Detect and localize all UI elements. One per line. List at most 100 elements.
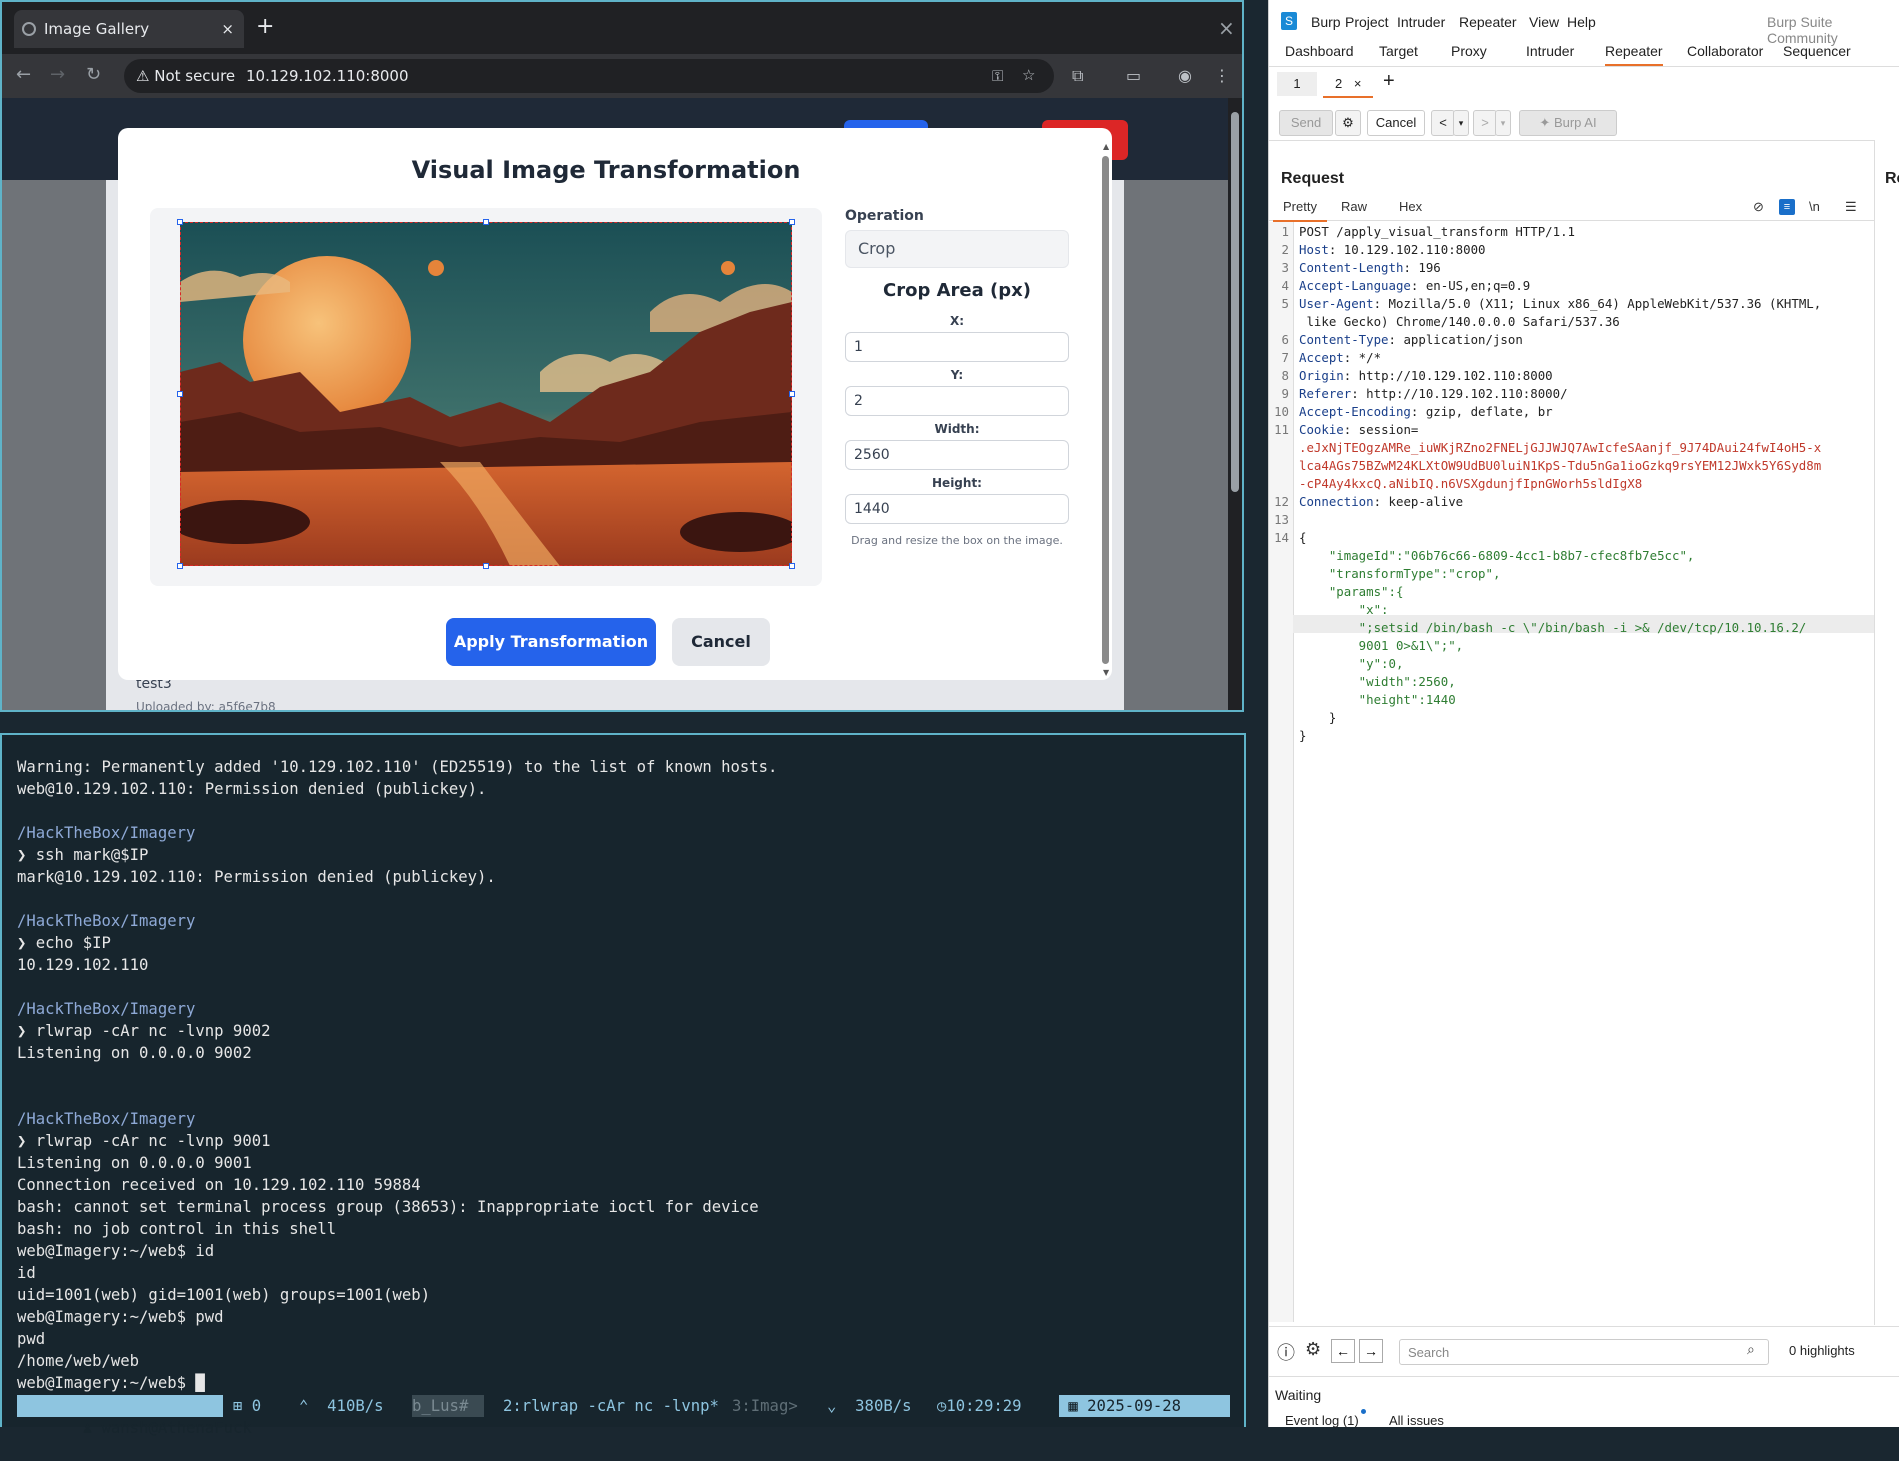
status-text: Waiting: [1275, 1387, 1322, 1403]
user-icon: ♟: [73, 1419, 102, 1437]
status-window-2[interactable]: 2:rlwrap -cAr nc -lvnp*: [503, 1395, 719, 1417]
tab-repeater[interactable]: Repeater: [1605, 43, 1663, 66]
status-user: ♟ wansh@AthenaFuck: [17, 1395, 252, 1437]
operation-select[interactable]: Crop: [845, 230, 1069, 268]
apply-transformation-button[interactable]: Apply Transformation: [446, 618, 656, 666]
raw-tab[interactable]: Raw: [1341, 196, 1367, 218]
scroll-up-icon[interactable]: ▲: [1103, 142, 1109, 151]
terminal-line: web@Imagery:~/web$ id: [17, 1242, 215, 1260]
star-icon[interactable]: ☆: [1022, 66, 1035, 84]
crop-handle-w[interactable]: [177, 391, 183, 397]
crop-handle-e[interactable]: [789, 391, 795, 397]
help-icon[interactable]: ⓘ: [1277, 1339, 1295, 1365]
scroll-down-icon[interactable]: ▼: [1103, 668, 1109, 677]
tab-proxy[interactable]: Proxy: [1451, 43, 1487, 59]
line-number: 13: [1274, 512, 1289, 527]
page-scroll-thumb[interactable]: [1231, 112, 1239, 492]
menu-item-project[interactable]: Project: [1345, 14, 1389, 30]
send-button[interactable]: Send: [1279, 110, 1333, 136]
tab-close-icon[interactable]: ×: [221, 10, 234, 48]
hide-icon[interactable]: ⊘: [1753, 196, 1764, 218]
burp-main-tabs: Dashboard Target Proxy Intruder Repeater Coll…: [1269, 38, 1899, 67]
modal-scrollbar[interactable]: ▲ ▼: [1100, 142, 1110, 678]
crop-handle-s[interactable]: [483, 563, 489, 569]
cancel-request-button[interactable]: Cancel: [1367, 110, 1425, 136]
menu-item-view[interactable]: View: [1529, 14, 1559, 30]
terminal-output: Warning: Permanently added '10.129.102.1…: [17, 756, 777, 1394]
menu-item-intruder[interactable]: Intruder: [1397, 14, 1445, 30]
gear-icon[interactable]: ⚙: [1335, 110, 1361, 136]
event-log-tab[interactable]: Event log (1): [1285, 1413, 1359, 1428]
line-value: POST /apply_visual_transform HTTP/1.1: [1299, 224, 1576, 239]
page-scrollbar[interactable]: [1228, 98, 1242, 710]
all-issues-tab[interactable]: All issues: [1389, 1413, 1444, 1428]
terminal-window[interactable]: Warning: Permanently added '10.129.102.1…: [0, 733, 1246, 1437]
y-input[interactable]: 2: [845, 386, 1069, 416]
newline-icon[interactable]: \n: [1809, 196, 1820, 218]
crop-handle-sw[interactable]: [177, 563, 183, 569]
request-line: "y":0,: [1299, 655, 1404, 673]
history-forward-dropdown-icon[interactable]: ▾: [1495, 110, 1511, 136]
history-back-dropdown-icon[interactable]: ▾: [1453, 110, 1469, 136]
extensions-icon[interactable]: ⧉: [1072, 66, 1083, 86]
settings-gear-icon[interactable]: ⚙: [1305, 1339, 1321, 1360]
burp-suite-window: S Burp Project Intruder Repeater View Help Bu…: [1268, 0, 1899, 1428]
cast-icon[interactable]: ▭: [1126, 66, 1141, 85]
window-close-button[interactable]: ×: [1218, 16, 1235, 40]
reload-icon[interactable]: ↻: [86, 64, 101, 85]
crop-handle-ne[interactable]: [789, 219, 795, 225]
browser-tab[interactable]: Image Gallery ×: [14, 10, 244, 48]
history-forward-icon[interactable]: >: [1473, 110, 1497, 136]
key-icon[interactable]: ⚿: [992, 67, 1003, 85]
prev-match-icon[interactable]: ←: [1331, 1339, 1355, 1363]
header-name: Connection: [1299, 494, 1374, 509]
pretty-tab[interactable]: Pretty: [1273, 196, 1327, 222]
tab-target[interactable]: Target: [1379, 43, 1418, 59]
tab-collaborator[interactable]: Collaborator: [1687, 43, 1763, 59]
response-heading: Re: [1885, 170, 1899, 187]
back-arrow-icon[interactable]: ←: [16, 64, 31, 85]
add-tab-icon[interactable]: +: [1383, 70, 1395, 93]
crop-box[interactable]: [180, 222, 792, 566]
wrap-lines-icon[interactable]: ≡: [1779, 199, 1795, 215]
menu-item-repeater[interactable]: Repeater: [1459, 14, 1517, 30]
menu-item-help[interactable]: Help: [1567, 14, 1596, 30]
request-line: .eJxNjTEOgzAMRe_iuWKjRZno2FNELjGJJWJQ7Aw…: [1299, 439, 1821, 457]
search-input[interactable]: Search: [1399, 1339, 1769, 1365]
profile-icon[interactable]: ◉: [1178, 66, 1192, 85]
close-icon[interactable]: ×: [1354, 76, 1362, 91]
new-tab-button[interactable]: +: [256, 14, 274, 39]
browser-toolbar: ← → ↻ ⚠ Not secure 10.129.102.110:8000 ⚿…: [2, 54, 1242, 98]
crop-handle-nw[interactable]: [177, 219, 183, 225]
width-input[interactable]: 2560: [845, 440, 1069, 470]
header-name: Content-Type: [1299, 332, 1389, 347]
crop-handle-n[interactable]: [483, 219, 489, 225]
address-bar[interactable]: ⚠ Not secure 10.129.102.110:8000 ⚿ ☆: [124, 59, 1054, 93]
tab-sequencer[interactable]: Sequencer: [1783, 43, 1851, 59]
status-window-1[interactable]: b_Lus#: [412, 1395, 484, 1417]
hex-tab[interactable]: Hex: [1399, 196, 1422, 218]
request-tab-2[interactable]: 2 ×: [1323, 72, 1373, 98]
height-input[interactable]: 1440: [845, 494, 1069, 524]
status-window-3[interactable]: 3:Imag>: [732, 1395, 798, 1417]
tab-dashboard[interactable]: Dashboard: [1285, 43, 1354, 59]
options-icon[interactable]: ☰: [1845, 196, 1857, 218]
crop-handle-se[interactable]: [789, 563, 795, 569]
search-icon[interactable]: ⌕: [1747, 1341, 1755, 1358]
request-tab-1[interactable]: 1: [1277, 72, 1317, 96]
menu-item-burp[interactable]: Burp: [1311, 14, 1341, 30]
header-name: Content-Length: [1299, 260, 1404, 275]
forward-arrow-icon[interactable]: →: [50, 64, 65, 85]
burp-ai-button[interactable]: ✦ Burp AI: [1519, 110, 1617, 136]
modal-scroll-thumb[interactable]: [1102, 156, 1109, 664]
header-name: Accept-Language: [1299, 278, 1411, 293]
not-secure-indicator[interactable]: ⚠ Not secure: [136, 67, 235, 85]
request-line: Accept: */*: [1299, 349, 1381, 367]
history-back-icon[interactable]: <: [1431, 110, 1455, 136]
x-input[interactable]: 1: [845, 332, 1069, 362]
tab-intruder[interactable]: Intruder: [1526, 43, 1574, 59]
menu-icon[interactable]: ⋮: [1214, 66, 1230, 85]
next-match-icon[interactable]: →: [1359, 1339, 1383, 1363]
cancel-button[interactable]: Cancel: [672, 618, 770, 666]
